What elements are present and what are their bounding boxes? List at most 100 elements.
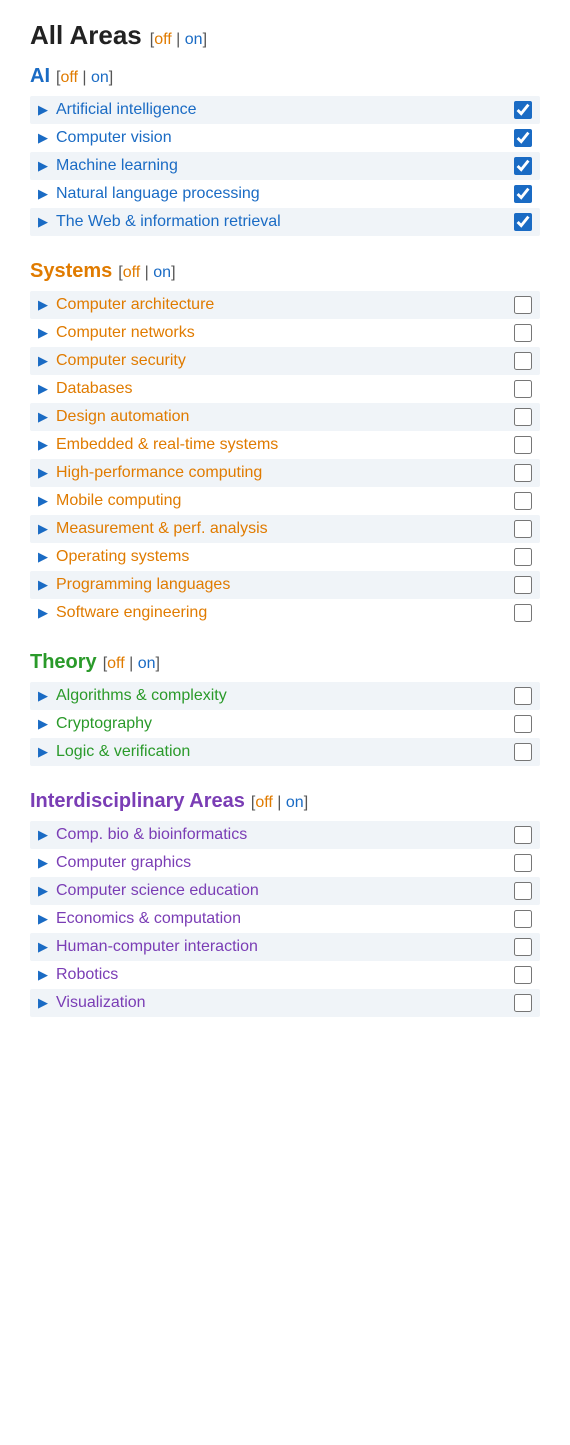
expand-arrow-icon[interactable]: ▶: [38, 549, 48, 565]
expand-arrow-icon[interactable]: ▶: [38, 967, 48, 983]
item-label-ai-2[interactable]: Machine learning: [56, 157, 178, 175]
item-label-interdisciplinary-6[interactable]: Visualization: [56, 994, 146, 1012]
section-ai-off[interactable]: off: [60, 69, 78, 86]
expand-arrow-icon[interactable]: ▶: [38, 381, 48, 397]
item-checkbox-systems-7[interactable]: [514, 492, 532, 510]
item-label-systems-7[interactable]: Mobile computing: [56, 492, 181, 510]
item-left-ai-1: ▶ Computer vision: [38, 129, 172, 147]
item-checkbox-ai-4[interactable]: [514, 213, 532, 231]
item-label-theory-0[interactable]: Algorithms & complexity: [56, 687, 227, 705]
section-systems-sep: |: [140, 264, 153, 281]
item-label-systems-2[interactable]: Computer security: [56, 352, 186, 370]
item-label-theory-2[interactable]: Logic & verification: [56, 743, 190, 761]
expand-arrow-icon[interactable]: ▶: [38, 214, 48, 230]
item-label-ai-1[interactable]: Computer vision: [56, 129, 172, 147]
item-checkbox-systems-4[interactable]: [514, 408, 532, 426]
expand-arrow-icon[interactable]: ▶: [38, 158, 48, 174]
item-label-systems-9[interactable]: Operating systems: [56, 548, 189, 566]
expand-arrow-icon[interactable]: ▶: [38, 297, 48, 313]
expand-arrow-icon[interactable]: ▶: [38, 827, 48, 843]
item-label-interdisciplinary-2[interactable]: Computer science education: [56, 882, 259, 900]
item-checkbox-interdisciplinary-0[interactable]: [514, 826, 532, 844]
item-checkbox-interdisciplinary-4[interactable]: [514, 938, 532, 956]
item-label-theory-1[interactable]: Cryptography: [56, 715, 152, 733]
item-label-ai-3[interactable]: Natural language processing: [56, 185, 260, 203]
item-label-systems-0[interactable]: Computer architecture: [56, 296, 214, 314]
item-checkbox-theory-1[interactable]: [514, 715, 532, 733]
list-item: ▶ Algorithms & complexity: [30, 682, 540, 710]
item-checkbox-ai-0[interactable]: [514, 101, 532, 119]
item-label-systems-6[interactable]: High-performance computing: [56, 464, 262, 482]
item-checkbox-systems-1[interactable]: [514, 324, 532, 342]
expand-arrow-icon[interactable]: ▶: [38, 744, 48, 760]
page-header: All Areas [off | on]: [30, 20, 540, 51]
item-checkbox-ai-1[interactable]: [514, 129, 532, 147]
expand-arrow-icon[interactable]: ▶: [38, 102, 48, 118]
section-systems-on[interactable]: on: [153, 264, 171, 281]
expand-arrow-icon[interactable]: ▶: [38, 465, 48, 481]
item-checkbox-interdisciplinary-6[interactable]: [514, 994, 532, 1012]
item-checkbox-systems-6[interactable]: [514, 464, 532, 482]
item-label-systems-4[interactable]: Design automation: [56, 408, 189, 426]
expand-arrow-icon[interactable]: ▶: [38, 130, 48, 146]
section-systems-off[interactable]: off: [123, 264, 141, 281]
expand-arrow-icon[interactable]: ▶: [38, 409, 48, 425]
expand-arrow-icon[interactable]: ▶: [38, 883, 48, 899]
item-left-systems-3: ▶ Databases: [38, 380, 133, 398]
item-checkbox-systems-10[interactable]: [514, 576, 532, 594]
item-label-systems-10[interactable]: Programming languages: [56, 576, 230, 594]
section-interdisciplinary-off[interactable]: off: [255, 794, 273, 811]
expand-arrow-icon[interactable]: ▶: [38, 688, 48, 704]
item-checkbox-systems-5[interactable]: [514, 436, 532, 454]
item-checkbox-ai-2[interactable]: [514, 157, 532, 175]
item-checkbox-interdisciplinary-3[interactable]: [514, 910, 532, 928]
item-left-interdisciplinary-6: ▶ Visualization: [38, 994, 146, 1012]
expand-arrow-icon[interactable]: ▶: [38, 911, 48, 927]
item-checkbox-systems-8[interactable]: [514, 520, 532, 538]
item-label-systems-11[interactable]: Software engineering: [56, 604, 207, 622]
expand-arrow-icon[interactable]: ▶: [38, 855, 48, 871]
expand-arrow-icon[interactable]: ▶: [38, 186, 48, 202]
item-checkbox-systems-11[interactable]: [514, 604, 532, 622]
expand-arrow-icon[interactable]: ▶: [38, 577, 48, 593]
item-checkbox-systems-3[interactable]: [514, 380, 532, 398]
section-interdisciplinary-on[interactable]: on: [286, 794, 304, 811]
item-checkbox-ai-3[interactable]: [514, 185, 532, 203]
item-label-ai-0[interactable]: Artificial intelligence: [56, 101, 197, 119]
item-label-interdisciplinary-3[interactable]: Economics & computation: [56, 910, 241, 928]
item-label-interdisciplinary-1[interactable]: Computer graphics: [56, 854, 191, 872]
list-item: ▶ Economics & computation: [30, 905, 540, 933]
item-label-interdisciplinary-4[interactable]: Human-computer interaction: [56, 938, 258, 956]
item-checkbox-systems-9[interactable]: [514, 548, 532, 566]
expand-arrow-icon[interactable]: ▶: [38, 716, 48, 732]
item-label-interdisciplinary-0[interactable]: Comp. bio & bioinformatics: [56, 826, 247, 844]
expand-arrow-icon[interactable]: ▶: [38, 493, 48, 509]
expand-arrow-icon[interactable]: ▶: [38, 521, 48, 537]
item-checkbox-systems-2[interactable]: [514, 352, 532, 370]
item-label-systems-1[interactable]: Computer networks: [56, 324, 195, 342]
section-theory-on[interactable]: on: [138, 655, 156, 672]
item-checkbox-interdisciplinary-1[interactable]: [514, 854, 532, 872]
all-areas-off[interactable]: off: [154, 31, 172, 48]
expand-arrow-icon[interactable]: ▶: [38, 325, 48, 341]
item-checkbox-theory-2[interactable]: [514, 743, 532, 761]
section-theory-off[interactable]: off: [107, 655, 125, 672]
item-left-systems-9: ▶ Operating systems: [38, 548, 189, 566]
item-checkbox-systems-0[interactable]: [514, 296, 532, 314]
item-checkbox-interdisciplinary-5[interactable]: [514, 966, 532, 984]
expand-arrow-icon[interactable]: ▶: [38, 353, 48, 369]
item-label-ai-4[interactable]: The Web & information retrieval: [56, 213, 281, 231]
expand-arrow-icon[interactable]: ▶: [38, 939, 48, 955]
item-checkbox-interdisciplinary-2[interactable]: [514, 882, 532, 900]
expand-arrow-icon[interactable]: ▶: [38, 437, 48, 453]
item-label-interdisciplinary-5[interactable]: Robotics: [56, 966, 118, 984]
expand-arrow-icon[interactable]: ▶: [38, 605, 48, 621]
section-header-theory: Theory[off | on]: [30, 651, 540, 674]
all-areas-on[interactable]: on: [185, 31, 203, 48]
item-checkbox-theory-0[interactable]: [514, 687, 532, 705]
item-label-systems-8[interactable]: Measurement & perf. analysis: [56, 520, 268, 538]
item-label-systems-3[interactable]: Databases: [56, 380, 133, 398]
section-ai-on[interactable]: on: [91, 69, 109, 86]
item-label-systems-5[interactable]: Embedded & real-time systems: [56, 436, 278, 454]
expand-arrow-icon[interactable]: ▶: [38, 995, 48, 1011]
